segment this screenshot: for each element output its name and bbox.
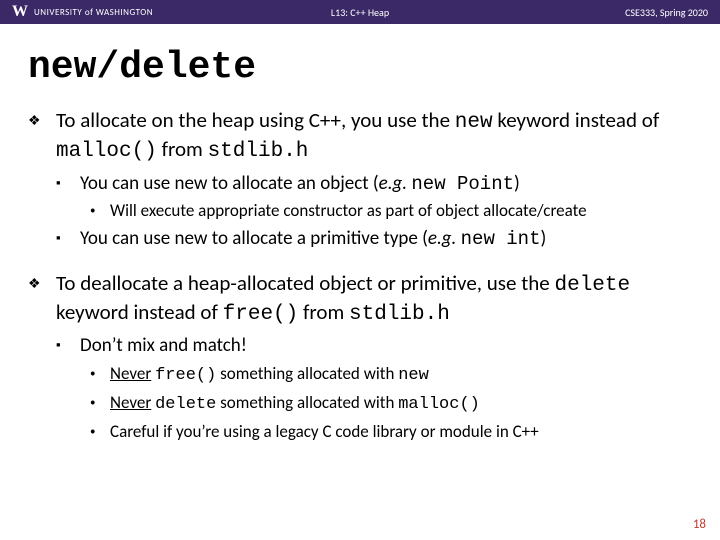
square-bullet-icon: ▪	[56, 334, 80, 359]
sub-allocate-object: ▪ You can use new to allocate an object …	[56, 172, 692, 197]
subsub-never-delete: • Never delete something allocated with …	[90, 392, 692, 416]
bullet-deallocate: ❖ To deallocate a heap-allocated object …	[28, 270, 692, 329]
square-bullet-icon: ▪	[56, 172, 80, 197]
bullet-text: You can use new to allocate a primitive …	[80, 227, 546, 252]
sub-dont-mix: ▪ Don’t mix and match!	[56, 334, 692, 359]
bullet-text: Careful if you’re using a legacy C code …	[110, 421, 539, 443]
bullet-text: Don’t mix and match!	[80, 334, 247, 359]
sub-allocate-primitive: ▪ You can use new to allocate a primitiv…	[56, 227, 692, 252]
course-label: CSE333, Spring 2020	[625, 6, 708, 19]
uw-w-icon: W	[12, 3, 28, 21]
dot-bullet-icon: •	[90, 392, 110, 416]
slide-content: new/delete ❖ To allocate on the heap usi…	[0, 24, 720, 443]
dot-bullet-icon: •	[90, 421, 110, 443]
subsub-never-free: • Never free() something allocated with …	[90, 363, 692, 387]
diamond-bullet-icon: ❖	[28, 107, 56, 166]
dot-bullet-icon: •	[90, 200, 110, 222]
subsub-legacy-c: • Careful if you’re using a legacy C cod…	[90, 421, 692, 443]
page-number: 18	[693, 517, 706, 532]
dot-bullet-icon: •	[90, 363, 110, 387]
bullet-allocate: ❖ To allocate on the heap using C++, you…	[28, 107, 692, 166]
bullet-text: Will execute appropriate constructor as …	[110, 200, 587, 222]
diamond-bullet-icon: ❖	[28, 270, 56, 329]
uw-org-text: UNIVERSITY of WASHINGTON	[34, 7, 153, 18]
bullet-text: You can use new to allocate an object (e…	[80, 172, 520, 197]
subsub-constructor: • Will execute appropriate constructor a…	[90, 200, 692, 222]
bullet-text: To deallocate a heap-allocated object or…	[56, 270, 692, 329]
bullet-text: To allocate on the heap using C++, you u…	[56, 107, 692, 166]
slide-title: new/delete	[28, 46, 692, 89]
square-bullet-icon: ▪	[56, 227, 80, 252]
slide-header: W UNIVERSITY of WASHINGTON L13: C++ Heap…	[0, 0, 720, 24]
bullet-text: Never delete something allocated with ma…	[110, 392, 480, 416]
bullet-text: Never free() something allocated with ne…	[110, 363, 429, 387]
lecture-label: L13: C++ Heap	[331, 6, 389, 19]
uw-logo: W UNIVERSITY of WASHINGTON	[12, 3, 153, 21]
